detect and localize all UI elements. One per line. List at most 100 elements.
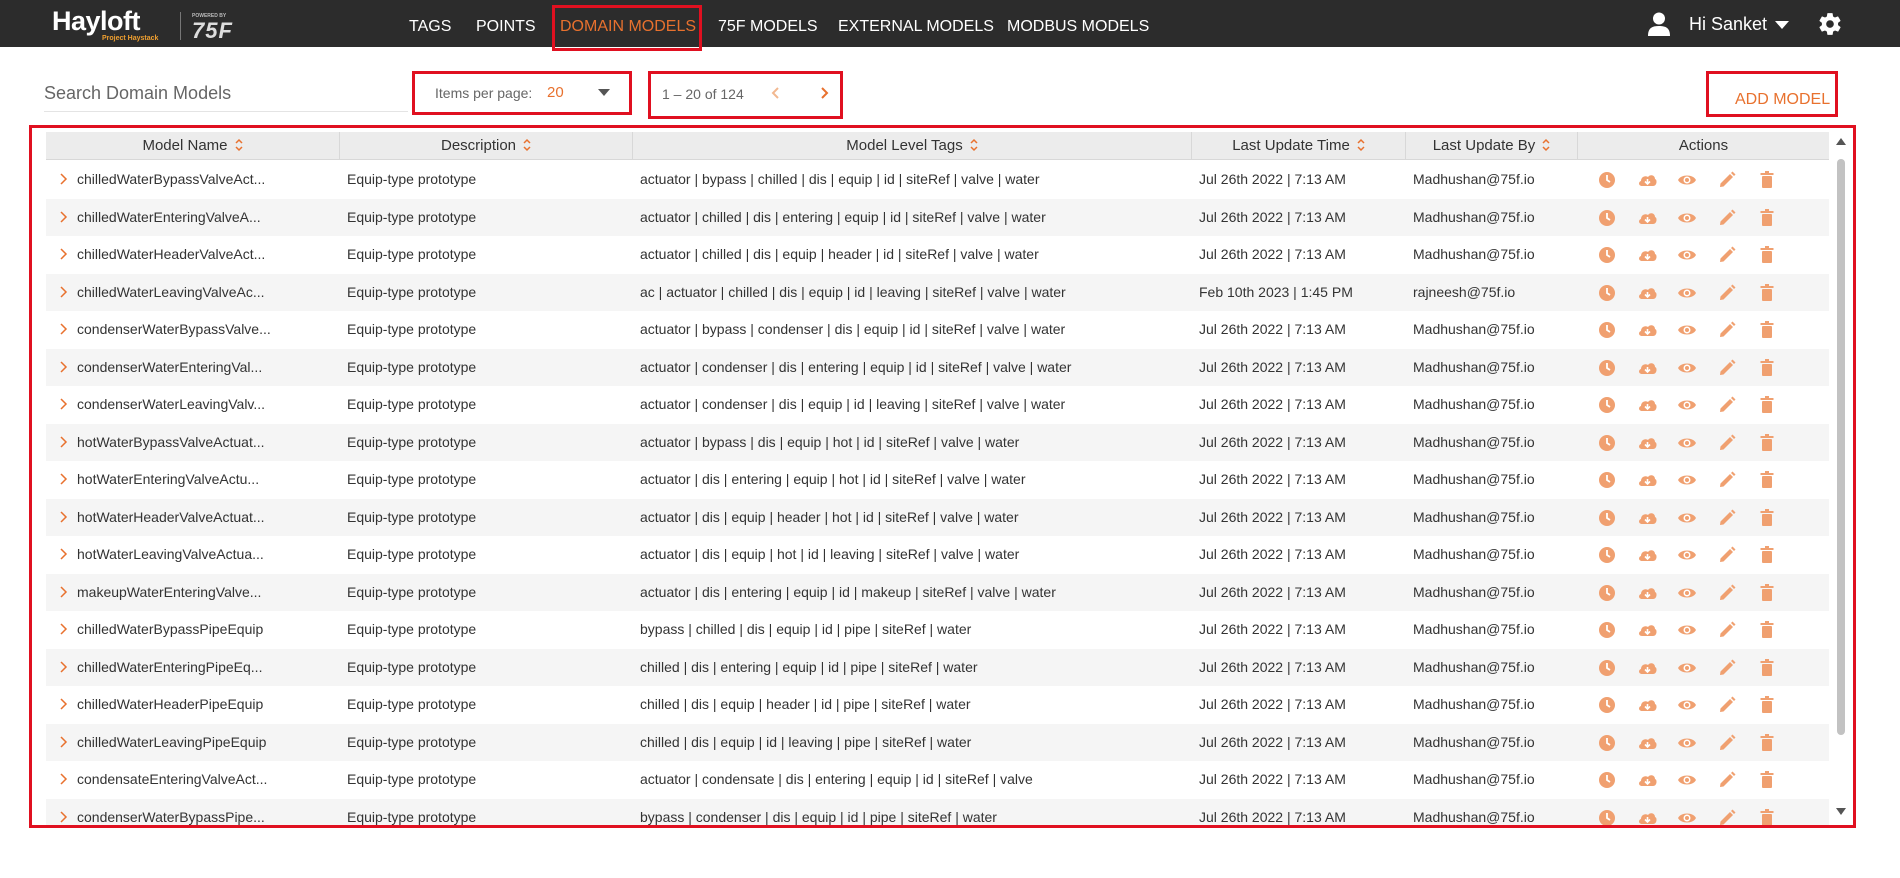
expand-row-chevron-icon[interactable] (58, 248, 68, 260)
delete-trash-icon[interactable] (1757, 433, 1777, 453)
delete-trash-icon[interactable] (1757, 695, 1777, 715)
next-page-icon[interactable] (813, 82, 835, 104)
model-name-cell[interactable]: chilledWaterEnteringValveA... (77, 199, 335, 237)
model-name-cell[interactable]: chilledWaterBypassPipeEquip (77, 611, 335, 649)
model-name-cell[interactable]: condenserWaterLeavingValv... (77, 386, 335, 424)
view-eye-icon[interactable] (1677, 208, 1697, 228)
download-cloud-icon[interactable] (1637, 208, 1657, 228)
model-name-cell[interactable]: chilledWaterLeavingPipeEquip (77, 724, 335, 762)
download-cloud-icon[interactable] (1637, 733, 1657, 753)
expand-row-chevron-icon[interactable] (58, 660, 68, 673)
edit-pencil-icon[interactable] (1717, 170, 1737, 190)
model-name-cell[interactable]: condenserWaterEnteringVal... (77, 349, 335, 387)
column-header-model-level-tags[interactable]: Model Level Tags (633, 132, 1192, 160)
view-eye-icon[interactable] (1677, 695, 1697, 715)
delete-trash-icon[interactable] (1757, 170, 1777, 190)
edit-pencil-icon[interactable] (1717, 620, 1737, 640)
view-eye-icon[interactable] (1677, 770, 1697, 790)
table-row[interactable]: makeupWaterEnteringValve... Equip-type pr… (46, 573, 1829, 612)
nav-external-models[interactable]: EXTERNAL MODELS (838, 0, 994, 47)
model-name-cell[interactable]: hotWaterHeaderValveActuat... (77, 499, 335, 537)
search-input[interactable] (44, 78, 408, 108)
delete-trash-icon[interactable] (1757, 283, 1777, 303)
table-row[interactable]: hotWaterHeaderValveActuat... Equip-type p… (46, 498, 1829, 537)
table-row[interactable]: chilledWaterEnteringValveA... Equip-type … (46, 198, 1829, 237)
table-row[interactable]: condenserWaterEnteringVal... Equip-type p… (46, 348, 1829, 387)
search-field[interactable] (44, 78, 408, 112)
edit-pencil-icon[interactable] (1717, 545, 1737, 565)
download-cloud-icon[interactable] (1637, 583, 1657, 603)
person-icon[interactable] (1648, 12, 1670, 36)
vertical-scrollbar[interactable] (1834, 132, 1848, 822)
view-eye-icon[interactable] (1677, 508, 1697, 528)
expand-row-chevron-icon[interactable] (58, 210, 68, 223)
view-eye-icon[interactable] (1677, 658, 1697, 678)
table-row[interactable]: condenserWaterLeavingValv... Equip-type p… (46, 386, 1829, 424)
history-icon[interactable] (1597, 433, 1617, 453)
delete-trash-icon[interactable] (1757, 583, 1777, 603)
download-cloud-icon[interactable] (1637, 170, 1657, 190)
expand-row-chevron-icon[interactable] (58, 360, 68, 373)
gear-icon[interactable] (1817, 11, 1843, 37)
model-name-cell[interactable]: hotWaterEnteringValveActu... (77, 461, 335, 499)
nav-tags[interactable]: TAGS (409, 0, 451, 47)
download-cloud-icon[interactable] (1637, 320, 1657, 340)
chevron-down-icon[interactable] (1775, 21, 1789, 29)
model-name-cell[interactable]: chilledWaterEnteringPipeEq... (77, 649, 335, 687)
chevron-down-icon[interactable] (598, 89, 610, 96)
view-eye-icon[interactable] (1677, 358, 1697, 378)
history-icon[interactable] (1597, 583, 1617, 603)
delete-trash-icon[interactable] (1757, 733, 1777, 753)
model-name-cell[interactable]: condenserWaterBypassPipe... (77, 799, 335, 826)
download-cloud-icon[interactable] (1637, 358, 1657, 378)
column-header-model-name[interactable]: Model Name (46, 132, 340, 160)
view-eye-icon[interactable] (1677, 620, 1697, 640)
scroll-down-arrow-icon[interactable] (1836, 808, 1846, 815)
edit-pencil-icon[interactable] (1717, 583, 1737, 603)
table-row[interactable]: chilledWaterHeaderPipeEquip Equip-type pr… (46, 686, 1829, 724)
expand-row-chevron-icon[interactable] (58, 735, 68, 748)
expand-row-chevron-icon[interactable] (58, 173, 68, 185)
model-name-cell[interactable]: hotWaterBypassValveActuat... (77, 424, 335, 462)
table-row[interactable]: condenserWaterBypassPipe... Equip-type pr… (46, 798, 1829, 826)
download-cloud-icon[interactable] (1637, 470, 1657, 490)
expand-row-chevron-icon[interactable] (58, 773, 68, 785)
edit-pencil-icon[interactable] (1717, 658, 1737, 678)
scroll-up-arrow-icon[interactable] (1836, 138, 1846, 145)
edit-pencil-icon[interactable] (1717, 508, 1737, 528)
edit-pencil-icon[interactable] (1717, 733, 1737, 753)
edit-pencil-icon[interactable] (1717, 433, 1737, 453)
view-eye-icon[interactable] (1677, 320, 1697, 340)
download-cloud-icon[interactable] (1637, 695, 1657, 715)
history-icon[interactable] (1597, 320, 1617, 340)
model-name-cell[interactable]: makeupWaterEnteringValve... (77, 574, 335, 612)
sort-icon[interactable] (234, 138, 243, 152)
expand-row-chevron-icon[interactable] (58, 510, 68, 523)
column-header-last-update-time[interactable]: Last Update Time (1192, 132, 1406, 160)
delete-trash-icon[interactable] (1757, 208, 1777, 228)
table-row[interactable]: chilledWaterEnteringPipeEq... Equip-type … (46, 648, 1829, 687)
table-row[interactable]: chilledWaterLeavingValveAc... Equip-type … (46, 273, 1829, 311)
history-icon[interactable] (1597, 283, 1617, 303)
view-eye-icon[interactable] (1677, 545, 1697, 565)
view-eye-icon[interactable] (1677, 470, 1697, 490)
table-row[interactable]: chilledWaterHeaderValveAct... Equip-type … (46, 236, 1829, 274)
model-name-cell[interactable]: condenserWaterBypassValve... (77, 311, 335, 349)
expand-row-chevron-icon[interactable] (58, 698, 68, 710)
download-cloud-icon[interactable] (1637, 508, 1657, 528)
delete-trash-icon[interactable] (1757, 470, 1777, 490)
delete-trash-icon[interactable] (1757, 620, 1777, 640)
table-row[interactable]: hotWaterLeavingValveActua... Equip-type p… (46, 536, 1829, 574)
history-icon[interactable] (1597, 245, 1617, 265)
delete-trash-icon[interactable] (1757, 395, 1777, 415)
view-eye-icon[interactable] (1677, 283, 1697, 303)
download-cloud-icon[interactable] (1637, 620, 1657, 640)
history-icon[interactable] (1597, 208, 1617, 228)
model-name-cell[interactable]: chilledWaterHeaderPipeEquip (77, 686, 335, 724)
add-model-button[interactable]: ADD MODEL (1735, 91, 1830, 109)
table-row[interactable]: condenserWaterBypassValve... Equip-type p… (46, 311, 1829, 349)
table-row[interactable]: condensateEnteringValveAct... Equip-type … (46, 761, 1829, 799)
view-eye-icon[interactable] (1677, 433, 1697, 453)
expand-row-chevron-icon[interactable] (58, 623, 68, 635)
edit-pencil-icon[interactable] (1717, 245, 1737, 265)
